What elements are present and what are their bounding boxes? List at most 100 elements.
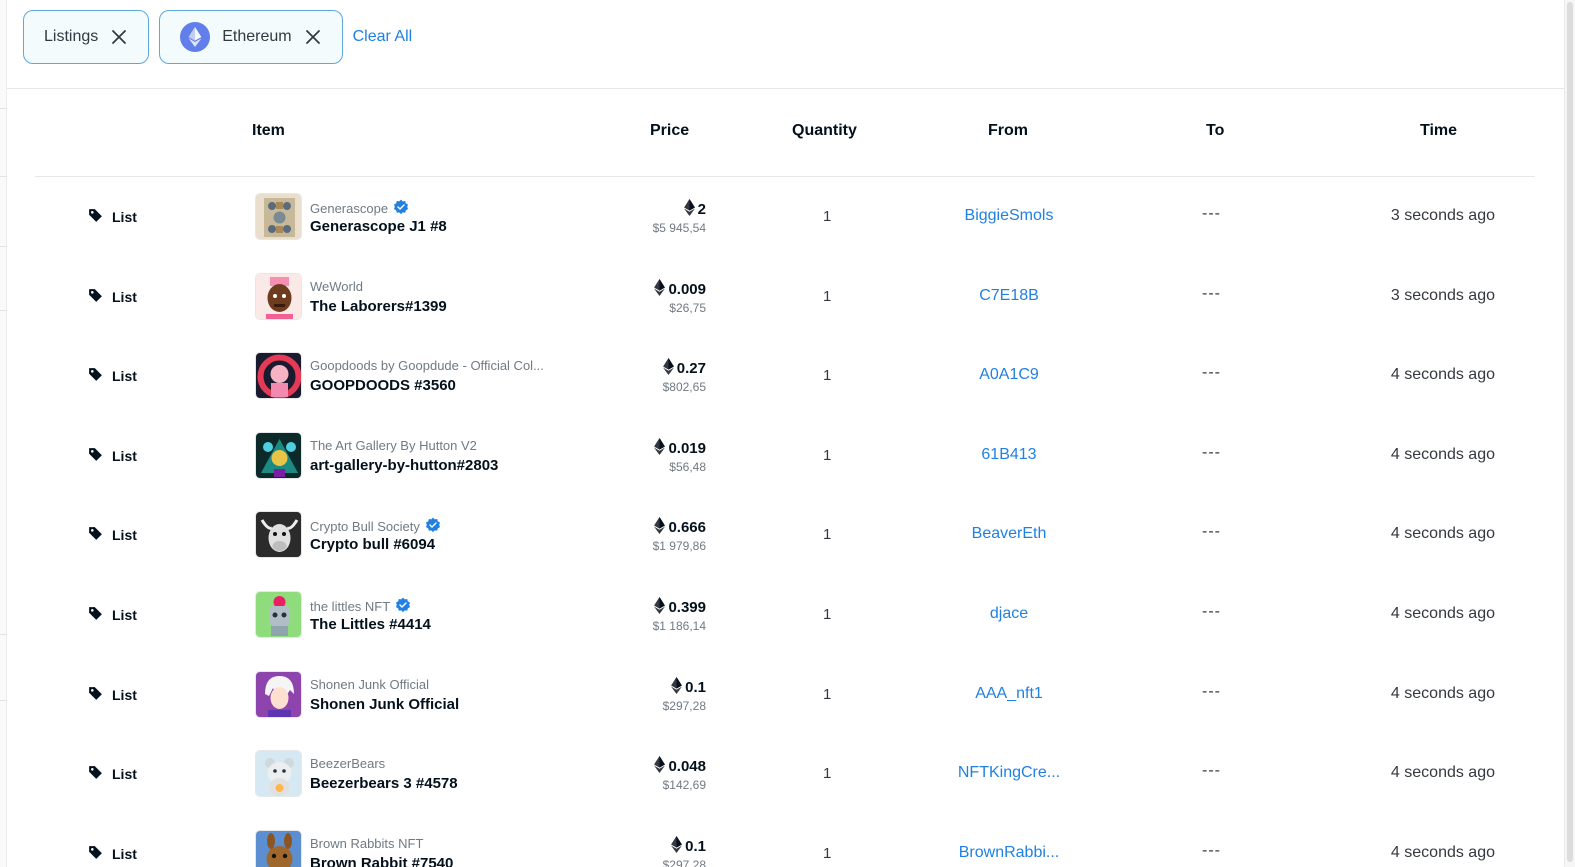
from-user-link[interactable]: BeaverEth <box>909 525 1109 543</box>
from-user-link[interactable]: djace <box>909 605 1109 623</box>
collection-name[interactable]: Goopdoods by Goopdude - Official Col... <box>310 358 544 373</box>
collection-label[interactable]: Goopdoods by Goopdude - Official Col... <box>310 358 544 373</box>
table-row[interactable]: List Brown Rabbits NFT Brown Rabbit #754… <box>0 814 1564 867</box>
collection-label[interactable]: WeWorld <box>310 279 363 294</box>
ethereum-icon <box>654 437 666 459</box>
filter-chip-label: Listings <box>44 28 99 45</box>
from-user-link[interactable]: A0A1C9 <box>909 366 1109 384</box>
collection-name[interactable]: Crypto Bull Society <box>310 517 441 536</box>
table-row[interactable]: List the littles NFT The Littles #4414 0… <box>0 575 1564 655</box>
event-time-link[interactable]: 4 seconds ago <box>1391 366 1495 384</box>
from-user-link[interactable]: C7E18B <box>909 287 1109 305</box>
price-eth-value: 0.399 <box>668 598 706 616</box>
item-name[interactable]: art-gallery-by-hutton#2803 <box>310 457 498 474</box>
vertical-scrollbar[interactable] <box>1564 0 1575 867</box>
event-type: List <box>87 685 137 705</box>
from-user-link[interactable]: BrownRabbi... <box>909 844 1109 862</box>
collection-label[interactable]: Shonen Junk Official <box>310 677 429 692</box>
event-label: List <box>112 447 137 464</box>
event-time-link[interactable]: 3 seconds ago <box>1391 287 1495 305</box>
ethereum-icon <box>671 835 683 857</box>
table-row[interactable]: List Crypto Bull Society Crypto bull #60… <box>0 495 1564 575</box>
table-row[interactable]: List Generascope Generascope J1 #8 2 $5 … <box>0 177 1564 257</box>
event-time-link[interactable]: 4 seconds ago <box>1391 844 1495 862</box>
collection-name[interactable]: BeezerBears <box>310 756 385 771</box>
nft-thumbnail[interactable] <box>255 590 302 638</box>
event-time-link[interactable]: 4 seconds ago <box>1391 764 1495 782</box>
nft-thumbnail[interactable] <box>255 431 302 479</box>
event-time-link[interactable]: 4 seconds ago <box>1391 525 1495 543</box>
clear-all-button[interactable]: Clear All <box>353 28 413 46</box>
collection-name[interactable]: Generascope <box>310 199 409 218</box>
price-tag-icon <box>87 844 104 864</box>
filters-divider <box>7 88 1564 89</box>
item-name[interactable]: Shonen Junk Official <box>310 696 459 713</box>
item-name[interactable]: The Littles #4414 <box>310 616 431 633</box>
from-user-link[interactable]: NFTKingCre... <box>909 764 1109 782</box>
event-time-link[interactable]: 4 seconds ago <box>1391 605 1495 623</box>
item-name[interactable]: The Laborers#1399 <box>310 298 447 315</box>
to-user-empty: --- <box>1202 841 1221 859</box>
collection-name[interactable]: WeWorld <box>310 279 363 294</box>
filter-chip-ethereum[interactable]: Ethereum <box>159 10 343 64</box>
event-type: List <box>87 207 137 227</box>
nft-thumbnail[interactable] <box>255 193 302 240</box>
event-type: List <box>87 605 137 625</box>
event-type: List <box>87 764 137 784</box>
event-time-link[interactable]: 3 seconds ago <box>1391 207 1495 225</box>
event-label: List <box>112 686 137 703</box>
from-user-link[interactable]: AAA_nft1 <box>909 685 1109 703</box>
collection-name[interactable]: The Art Gallery By Hutton V2 <box>310 438 477 453</box>
from-user-link[interactable]: 61B413 <box>909 446 1109 464</box>
nft-thumbnail[interactable] <box>255 750 302 798</box>
price-tag-icon <box>87 207 104 227</box>
table-row[interactable]: List Shonen Junk Official Shonen Junk Of… <box>0 655 1564 735</box>
quantity-value: 1 <box>823 208 832 225</box>
collection-label[interactable]: Brown Rabbits NFT <box>310 836 423 851</box>
quantity-value: 1 <box>823 446 832 464</box>
item-name[interactable]: Crypto bull #6094 <box>310 536 435 553</box>
collection-label[interactable]: Crypto Bull Society <box>310 519 420 534</box>
price-eth-value: 0.1 <box>685 837 706 855</box>
table-row[interactable]: List Goopdoods by Goopdude - Official Co… <box>0 336 1564 416</box>
nft-thumbnail[interactable] <box>255 829 302 867</box>
nft-thumbnail[interactable] <box>255 511 302 559</box>
item-name[interactable]: GOOPDOODS #3560 <box>310 377 456 394</box>
nft-thumbnail[interactable] <box>255 352 302 400</box>
close-icon[interactable] <box>304 28 322 46</box>
collection-label[interactable]: Generascope <box>310 201 388 216</box>
price-eth-value: 0.666 <box>668 519 706 537</box>
collection-name[interactable]: Brown Rabbits NFT <box>310 836 423 851</box>
header-price: Price <box>650 122 690 139</box>
event-time-link[interactable]: 4 seconds ago <box>1391 446 1495 464</box>
price-eth: 2 <box>683 199 706 220</box>
collection-label[interactable]: The Art Gallery By Hutton V2 <box>310 438 477 453</box>
price-usd: $1 186,14 <box>652 618 706 633</box>
header-from: From <box>988 122 1028 139</box>
price-tag-icon <box>87 764 104 784</box>
close-icon[interactable] <box>110 28 128 46</box>
event-type: List <box>87 446 137 466</box>
table-row[interactable]: List WeWorld The Laborers#1399 0.009 $26… <box>0 257 1564 337</box>
price-tag-icon <box>87 446 104 466</box>
price-usd: $297,28 <box>662 698 706 713</box>
filter-chip-listings[interactable]: Listings <box>23 10 150 64</box>
from-user-link[interactable]: BiggieSmols <box>909 207 1109 225</box>
item-name[interactable]: Brown Rabbit #7540 <box>310 855 453 867</box>
price-tag-icon <box>87 366 104 386</box>
table-row[interactable]: List BeezerBears Beezerbears 3 #4578 0.0… <box>0 734 1564 814</box>
nft-thumbnail[interactable] <box>255 272 302 320</box>
event-label: List <box>112 766 137 783</box>
collection-label[interactable]: the littles NFT <box>310 599 390 614</box>
event-time-link[interactable]: 4 seconds ago <box>1391 685 1495 703</box>
price-eth: 0.1 <box>671 676 706 698</box>
item-name[interactable]: Generascope J1 #8 <box>310 218 447 235</box>
scrollbar-thumb[interactable] <box>1567 2 1573 862</box>
collection-label[interactable]: BeezerBears <box>310 756 385 771</box>
table-row[interactable]: List The Art Gallery By Hutton V2 art-ga… <box>0 416 1564 496</box>
collection-name[interactable]: the littles NFT <box>310 597 411 616</box>
item-name[interactable]: Beezerbears 3 #4578 <box>310 775 458 792</box>
collection-name[interactable]: Shonen Junk Official <box>310 677 429 692</box>
price-usd: $802,65 <box>662 380 706 395</box>
nft-thumbnail[interactable] <box>255 670 302 718</box>
